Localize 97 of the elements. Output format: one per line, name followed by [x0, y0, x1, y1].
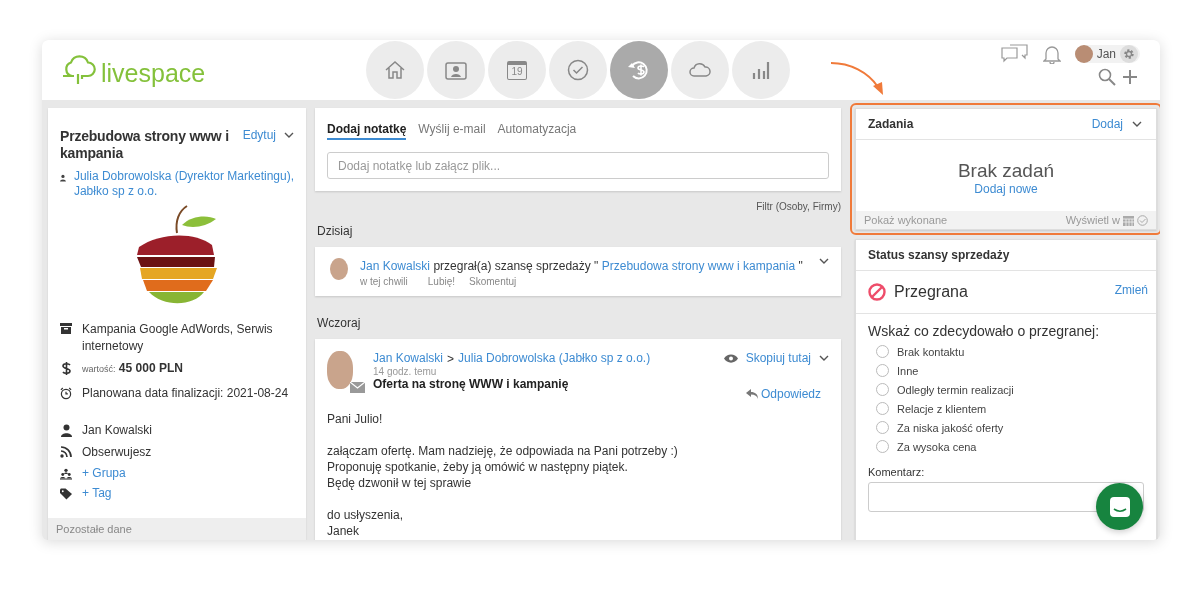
reply-button[interactable]: Odpowiedz [745, 387, 821, 401]
eye-icon [723, 354, 738, 363]
avatar [1074, 45, 1093, 63]
day-heading: Wczoraj [317, 316, 362, 330]
expand-icon [819, 355, 829, 362]
reason-option[interactable]: Relacje z klientem [856, 399, 1156, 418]
archive-box-icon [60, 323, 72, 334]
panel-title: Status szansy sprzedaży [868, 248, 1010, 262]
checkmark-circle-icon [567, 59, 589, 81]
checkmark-circle-icon[interactable] [1137, 214, 1148, 226]
tag-icon [60, 488, 72, 500]
people-group-icon [60, 468, 72, 480]
person-icon [60, 424, 72, 437]
comment-label: Komentarz: [867, 465, 926, 480]
reason-option[interactable]: Za niska jakość oferty [856, 418, 1156, 437]
reason-option[interactable]: Inne [856, 361, 1156, 380]
show-done-link[interactable]: Pokaż wykonane [864, 214, 948, 226]
prohibited-icon [868, 283, 886, 301]
email-paragraph: do usłyszenia, Janek [327, 507, 405, 539]
sender-link[interactable]: Jan Kowalski [373, 351, 444, 366]
settings-icon [1120, 45, 1138, 63]
avatar [327, 351, 353, 389]
comment-link[interactable]: Skomentuj [469, 276, 517, 287]
contact-card-icon [445, 60, 467, 80]
reason-option[interactable]: Za wysoka cena [856, 437, 1156, 456]
chat-icon [1108, 495, 1131, 518]
reason-option[interactable]: Odległy termin realizacji [856, 380, 1156, 399]
chevron-down-icon [284, 131, 294, 139]
cloud-icon [688, 61, 712, 79]
deal-link[interactable]: Przebudowa strony www i kampania [601, 259, 796, 273]
home-icon [384, 60, 406, 80]
person-link[interactable]: Jan Kowalski [360, 259, 431, 273]
arrow-annotation [830, 62, 883, 95]
composer-tab[interactable]: Wyślij e-mail [418, 122, 486, 140]
filter-link[interactable]: Filtr (Osoby, Firmy) [756, 201, 841, 212]
email-time: 14 godz. temu [373, 366, 438, 377]
contact-link[interactable]: Jabłko sp z o.o. [73, 184, 294, 199]
add-button[interactable]: Dodaj [1085, 116, 1148, 132]
alarm-clock-icon [60, 387, 72, 400]
composer-tab[interactable]: Dodaj notatkę [327, 122, 407, 140]
chevron-down-icon [1132, 120, 1142, 128]
question-text: Wskaż co zdecydowało o przegranej: [867, 322, 1101, 341]
email-paragraph: Pani Julio! [327, 411, 384, 427]
user-menu[interactable]: Jan [1074, 45, 1140, 63]
separator-text: > [447, 351, 455, 366]
radio-button[interactable] [876, 383, 889, 396]
group-link[interactable]: + Grupa [82, 466, 126, 481]
livespace-logo: livespace [42, 54, 366, 86]
person-icon [60, 173, 66, 183]
follow-text: Obserwujesz [82, 444, 152, 461]
reason-option[interactable]: Brak kontaktu [856, 342, 1156, 361]
plus-icon[interactable] [1122, 69, 1138, 85]
radio-button[interactable] [876, 364, 889, 377]
edit-button[interactable]: Edytuj [242, 128, 294, 142]
campaign-text: Kampania Google AdWords, Serwis internetowy [82, 321, 274, 355]
email-subject: Oferta na stronę WWW i kampanię [373, 377, 570, 391]
rss-icon [60, 446, 72, 458]
user-name: Jan [1096, 47, 1116, 61]
calendar-icon[interactable] [1123, 214, 1134, 226]
calendar-icon: 19 [507, 60, 527, 80]
add-new-link[interactable]: Dodaj nowe [974, 182, 1038, 197]
tag-link[interactable]: + Tag [82, 486, 112, 501]
copy-here-link[interactable]: Skopiuj tutaj [745, 351, 811, 366]
deal-title: Przebudowa strony www i kampania [60, 128, 230, 162]
recipient-link[interactable]: Julia Dobrowolska (Jabłko sp z o.o.) [458, 351, 651, 366]
bell-icon[interactable] [1042, 44, 1061, 64]
nav-button[interactable] [610, 41, 668, 99]
more-data-bar[interactable]: Pozostałe dane [48, 518, 306, 540]
avatar [330, 258, 348, 280]
day-heading: Dzisiaj [317, 224, 354, 238]
envelope-icon [350, 382, 365, 393]
activity-text: Jan Kowalski przegrał(a) szansę sprzedaży " Przebudowa strony www i kampania " [360, 258, 804, 274]
expand-icon [819, 258, 829, 265]
panel-title: Zadania [868, 117, 914, 131]
owner-text: Jan Kowalski [82, 422, 153, 439]
contact-link[interactable]: Julia Dobrowolska (Dyrektor Marketingu), [73, 169, 294, 184]
nav-button[interactable]: 19 [488, 41, 546, 99]
bar-chart-icon [752, 61, 770, 79]
radio-button[interactable] [876, 345, 889, 358]
activity-time: w tej chwili [360, 276, 408, 287]
view-in-text: Wyświetl w [1065, 214, 1120, 226]
change-link[interactable]: Zmień [1114, 283, 1148, 298]
search-icon[interactable] [1098, 68, 1116, 86]
chat-bubbles-icon[interactable] [1000, 44, 1029, 64]
composer-tab[interactable]: Automatyzacja [497, 122, 577, 140]
reply-arrow-icon [745, 389, 758, 399]
deal-value: wartość: 45 000 PLN [82, 360, 183, 377]
radio-button[interactable] [876, 440, 889, 453]
email-paragraph: załączam ofertę. Mam nadzieję, że odpowiada na Pani potrzeby :) Proponuję spotkanie, żeby ją omówić w następny piątek. Będę dzwonił w tej sprawie [327, 443, 679, 491]
cloud-tree-icon [60, 54, 98, 86]
date-text: Planowana data finalizacji: 2021-08-24 [82, 385, 289, 402]
empty-state-text: Brak zadań [957, 160, 1055, 182]
status-value: Przegrana [894, 283, 968, 301]
note-input-field[interactable]: Dodaj notatkę lub załącz plik... [327, 152, 829, 179]
radio-button[interactable] [876, 402, 889, 415]
like-link[interactable]: Lubię! [427, 276, 456, 287]
radio-button[interactable] [876, 421, 889, 434]
